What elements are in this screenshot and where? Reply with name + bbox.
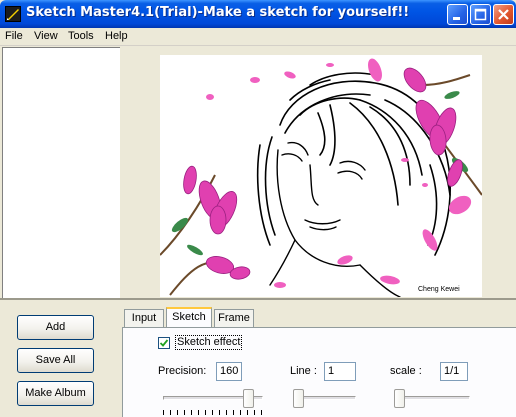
- sketch-preview-image: Cheng Kewei: [159, 55, 483, 298]
- menu-view[interactable]: View: [34, 30, 58, 42]
- scale-field[interactable]: 1/1: [440, 362, 468, 381]
- window-title: Sketch Master4.1(Trial)-Make a sketch fo…: [26, 5, 410, 20]
- album-list-panel[interactable]: [2, 47, 120, 298]
- tab-input-label: Input: [131, 312, 157, 324]
- scale-slider-thumb[interactable]: [394, 389, 405, 408]
- menu-help[interactable]: Help: [105, 30, 128, 42]
- maximize-button[interactable]: [470, 4, 491, 25]
- menu-bar: File View Tools Help: [0, 28, 516, 46]
- make-album-button[interactable]: Make Album: [17, 381, 94, 406]
- precision-field[interactable]: 160: [216, 362, 242, 381]
- app-icon[interactable]: [5, 6, 21, 22]
- add-button-label: Add: [45, 321, 66, 333]
- checkmark-icon: [159, 339, 169, 347]
- sketch-effect-label[interactable]: Sketch effect: [175, 335, 243, 350]
- close-button[interactable]: [493, 4, 514, 25]
- scale-slider-track[interactable]: [394, 396, 470, 400]
- tab-frame-label: Frame: [218, 312, 250, 324]
- minimize-button[interactable]: [447, 4, 468, 25]
- title-bar[interactable]: Sketch Master4.1(Trial)-Make a sketch fo…: [0, 0, 516, 28]
- add-button[interactable]: Add: [17, 315, 94, 340]
- tab-input[interactable]: Input: [124, 309, 164, 327]
- line-field[interactable]: 1: [324, 362, 356, 381]
- save-all-button[interactable]: Save All: [17, 348, 94, 373]
- menu-file[interactable]: File: [5, 30, 23, 42]
- make-album-button-label: Make Album: [25, 387, 86, 399]
- tab-sketch-label: Sketch: [172, 311, 206, 323]
- menu-tools[interactable]: Tools: [68, 30, 94, 42]
- tab-frame[interactable]: Frame: [214, 309, 254, 327]
- precision-slider-thumb[interactable]: [243, 389, 254, 408]
- line-slider-thumb[interactable]: [293, 389, 304, 408]
- precision-label: Precision:: [158, 365, 207, 377]
- precision-slider-ticks: [163, 410, 263, 415]
- tab-sketch[interactable]: Sketch: [166, 307, 212, 327]
- line-label: Line :: [290, 365, 317, 377]
- save-all-button-label: Save All: [35, 354, 76, 366]
- watermark-text: Cheng Kewei: [418, 286, 460, 293]
- scale-label: scale :: [390, 365, 422, 377]
- sketch-illustration: Cheng Kewei: [159, 58, 483, 298]
- sketch-effect-checkbox[interactable]: [158, 337, 170, 349]
